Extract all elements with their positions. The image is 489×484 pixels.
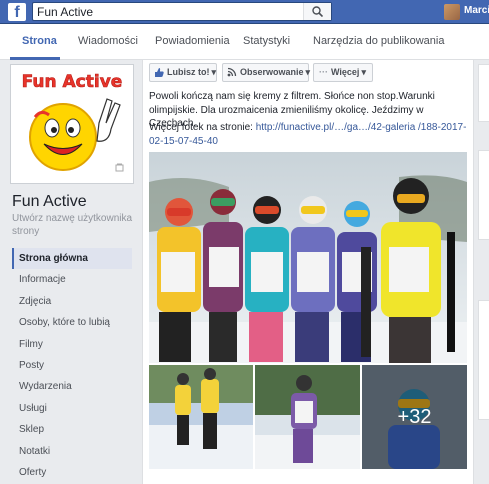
tab-notifications[interactable]: Powiadomienia (155, 35, 230, 47)
search-box (32, 2, 332, 21)
menu-item-shop[interactable]: Sklep (12, 419, 132, 440)
main-column: Lubisz to! ▾ Obserwowanie ▾ ··· Więcej ▾ Po… (142, 60, 474, 484)
more-photos-count[interactable]: +32 (362, 365, 467, 469)
menu-item-services[interactable]: Usługi (12, 398, 132, 419)
create-username-link[interactable]: Utwórz nazwę użytkownika strony (12, 212, 136, 238)
more-button[interactable]: ··· Więcej ▾ (313, 63, 373, 82)
svg-text:Fun Active: Fun Active (22, 72, 123, 92)
post-link-prefix: Więcej fotek na stronie: (149, 122, 256, 133)
post-link-line: Więcej fotek na stronie: http://funactiv… (149, 121, 471, 148)
menu-item-likes[interactable]: Osoby, które to lubią (12, 312, 132, 333)
username[interactable]: Marcin (464, 5, 489, 16)
page-nav-bar: Strona Wiadomości Powiadomienia Statysty… (0, 24, 489, 60)
active-tab-indicator (10, 57, 60, 60)
like-button[interactable]: Lubisz to! ▾ (149, 63, 217, 82)
tab-publishing-tools[interactable]: Narzędzia do publikowania (313, 35, 444, 47)
more-label: Więcej (331, 67, 360, 77)
page-title[interactable]: Fun Active (12, 193, 87, 211)
tab-page[interactable]: Strona (22, 35, 57, 47)
right-sidebar-card-1 (478, 64, 489, 122)
page-menu: Strona główna Informacje Zdjęcia Osoby, … (12, 248, 132, 483)
ellipsis-icon: ··· (319, 67, 328, 77)
tab-messages[interactable]: Wiadomości (78, 35, 138, 47)
post-photo-thumb-1[interactable] (149, 365, 253, 469)
skier-thumb-2 (255, 365, 360, 469)
skiers-group-photo (149, 152, 467, 363)
search-icon (312, 6, 323, 17)
profile-picture[interactable]: Fun Active (10, 64, 134, 184)
right-sidebar-card-3 (478, 300, 489, 420)
menu-item-videos[interactable]: Filmy (12, 334, 132, 355)
menu-item-posts[interactable]: Posty (12, 355, 132, 376)
menu-item-events[interactable]: Wydarzenia (12, 376, 132, 397)
post-photo-main[interactable] (149, 152, 467, 363)
post-photo-thumb-3[interactable]: +32 (362, 365, 467, 469)
search-input[interactable] (33, 3, 303, 20)
fun-active-logo: Fun Active (11, 65, 133, 183)
follow-label: Obserwowanie (240, 67, 304, 77)
menu-item-photos[interactable]: Zdjęcia (12, 291, 132, 312)
facebook-logo[interactable]: f (8, 3, 26, 21)
follow-button[interactable]: Obserwowanie ▾ (222, 63, 311, 82)
right-sidebar-card-2 (478, 150, 489, 240)
top-bar: f Marcin (0, 0, 489, 24)
skiers-thumb-1 (149, 365, 253, 469)
rss-icon (227, 67, 237, 77)
like-label: Lubisz to! (167, 67, 210, 77)
post-photo-thumb-2[interactable] (255, 365, 360, 469)
thumbs-up-icon (155, 68, 164, 77)
menu-item-notes[interactable]: Notatki (12, 441, 132, 462)
tab-insights[interactable]: Statystyki (243, 35, 290, 47)
search-button[interactable] (303, 3, 331, 20)
menu-item-about[interactable]: Informacje (12, 269, 132, 290)
chevron-down-icon: ▾ (361, 67, 366, 77)
chevron-down-icon: ▾ (211, 67, 217, 77)
avatar[interactable] (444, 4, 460, 20)
menu-item-offers[interactable]: Oferty (12, 462, 132, 483)
menu-item-home[interactable]: Strona główna (12, 248, 132, 270)
chevron-down-icon: ▾ (305, 67, 311, 77)
